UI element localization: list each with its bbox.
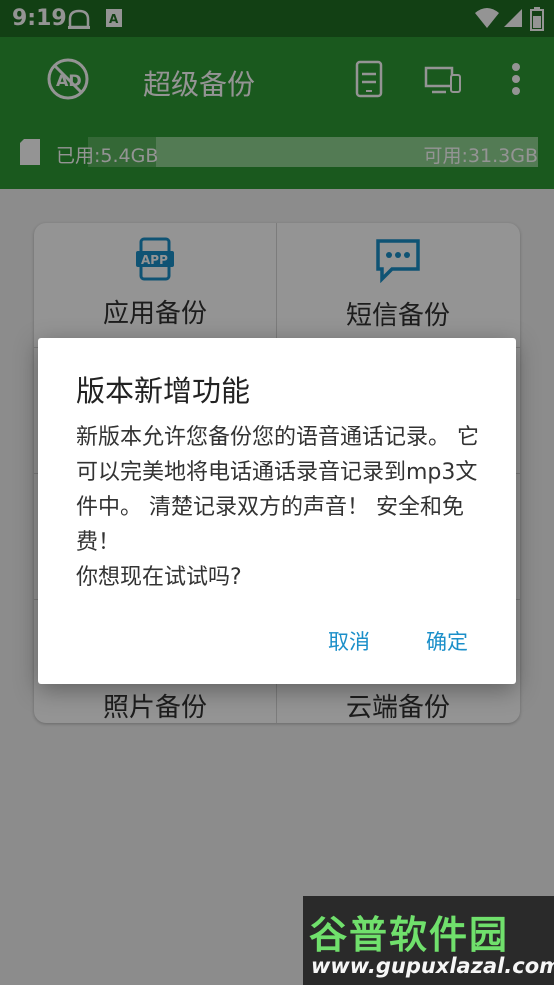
dialog-message: 新版本允许您备份您的语音通话记录。 它可以完美地将电话通话录音记录到mp3文件中… (76, 425, 479, 590)
cancel-button[interactable]: 取消 (328, 626, 370, 656)
dialog-title: 版本新增功能 (76, 374, 251, 408)
watermark: 谷普软件园 www.gupuxlazal.com (303, 896, 554, 985)
new-feature-dialog: 版本新增功能 新版本允许您备份您的语音通话记录。 它可以完美地将电话通话录音记录… (38, 338, 516, 684)
confirm-button[interactable]: 确定 (426, 626, 468, 656)
watermark-name: 谷普软件园 (309, 913, 510, 957)
watermark-url: www.gupuxlazal.com (311, 954, 554, 978)
